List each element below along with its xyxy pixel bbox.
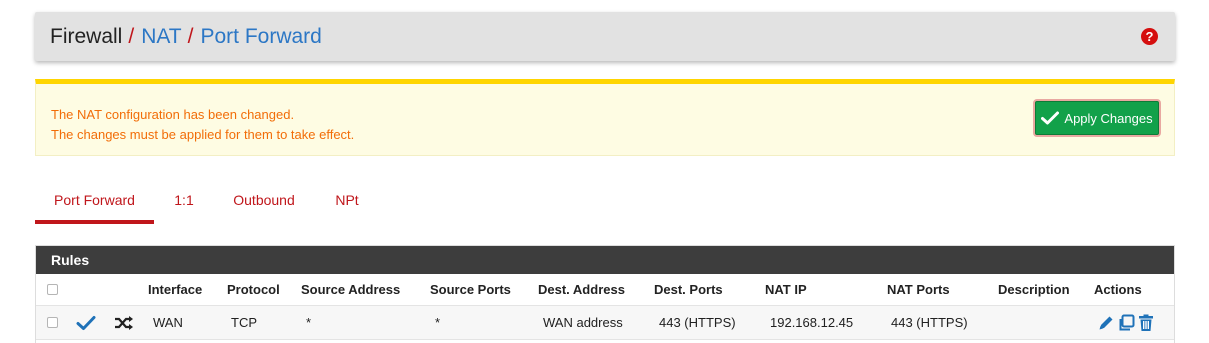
pencil-icon[interactable] xyxy=(1097,314,1115,332)
nat-tabs: Port Forward 1:1 Outbound NPt xyxy=(35,180,435,224)
col-actions: Actions xyxy=(1094,282,1142,297)
trash-icon[interactable] xyxy=(1137,314,1155,332)
row-actions xyxy=(1097,306,1155,339)
check-icon xyxy=(1041,111,1060,125)
shuffle-icon xyxy=(115,315,133,330)
apply-changes-button[interactable]: Apply Changes xyxy=(1033,99,1161,137)
tab-one-to-one[interactable]: 1:1 xyxy=(169,180,199,224)
tab-port-forward[interactable]: Port Forward xyxy=(35,180,154,224)
check-icon[interactable] xyxy=(76,315,96,331)
cell-dest-ports: 443 (HTTPS) xyxy=(659,315,736,330)
rules-panel: Rules Interface Protocol Source Address … xyxy=(35,245,1175,343)
cell-interface: WAN xyxy=(153,315,183,330)
rules-panel-title: Rules xyxy=(36,246,1174,274)
col-protocol[interactable]: Protocol xyxy=(227,274,280,305)
rules-table-header: Interface Protocol Source Address Source… xyxy=(36,274,1174,306)
table-row[interactable]: WAN TCP * * WAN address 443 (HTTPS) 192.… xyxy=(36,306,1174,340)
breadcrumb-firewall: Firewall xyxy=(50,24,123,48)
cell-dest-address: WAN address xyxy=(543,315,623,330)
cell-source-address: * xyxy=(306,315,312,330)
col-dest-address[interactable]: Dest. Address xyxy=(538,274,625,305)
cell-source-ports: * xyxy=(435,315,441,330)
col-description[interactable]: Description xyxy=(998,274,1070,305)
col-nat-ports[interactable]: NAT Ports xyxy=(887,274,950,305)
row-select-checkbox[interactable] xyxy=(47,317,58,328)
breadcrumb-nat-link[interactable]: NAT xyxy=(141,25,181,49)
cell-nat-ip: 192.168.12.45 xyxy=(770,315,854,330)
col-nat-ip[interactable]: NAT IP xyxy=(765,274,807,305)
apply-changes-label: Apply Changes xyxy=(1064,110,1153,126)
alert-message: The NAT configuration has been changed. … xyxy=(51,105,354,145)
breadcrumb-separator: / xyxy=(187,24,194,48)
page-header: Firewall / NAT / Port Forward ? xyxy=(35,12,1175,61)
cell-protocol: TCP xyxy=(231,315,257,330)
tab-outbound[interactable]: Outbound xyxy=(229,180,299,224)
cell-nat-ports: 443 (HTTPS) xyxy=(891,315,968,330)
alert-line-2: The changes must be applied for them to … xyxy=(51,127,355,142)
config-changed-alert: The NAT configuration has been changed. … xyxy=(35,79,1175,156)
tab-npt[interactable]: NPt xyxy=(330,180,364,224)
col-dest-ports[interactable]: Dest. Ports xyxy=(654,274,723,305)
select-all-checkbox[interactable] xyxy=(47,284,58,295)
question-circle-icon[interactable]: ? xyxy=(1141,28,1158,45)
alert-line-1: The NAT configuration has been changed. xyxy=(51,107,295,122)
col-interface[interactable]: Interface xyxy=(148,274,202,305)
breadcrumb-separator: / xyxy=(128,24,135,48)
breadcrumb-port-forward-link[interactable]: Port Forward xyxy=(200,25,321,49)
col-source-ports[interactable]: Source Ports xyxy=(430,274,511,305)
copy-icon[interactable] xyxy=(1117,314,1135,332)
col-source-address[interactable]: Source Address xyxy=(301,274,400,305)
